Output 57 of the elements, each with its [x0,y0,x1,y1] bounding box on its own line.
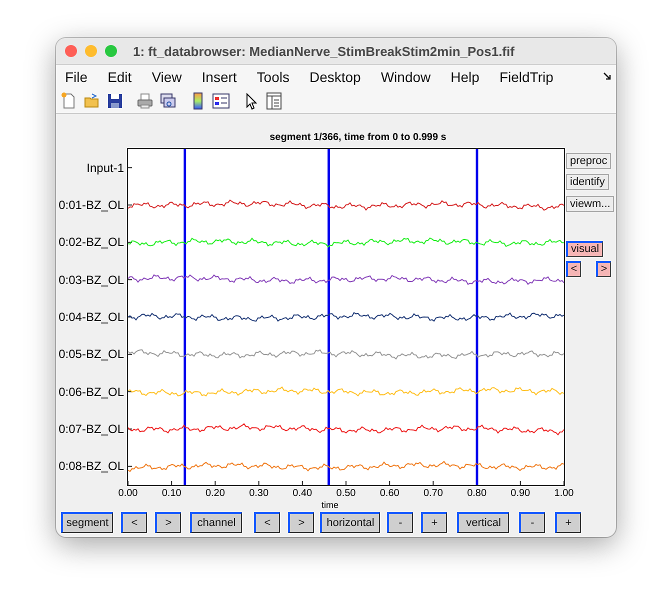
channel-label: Input-1 [86,160,124,175]
property-panel-icon[interactable] [265,92,283,110]
arrow-button[interactable]: < [566,260,581,276]
save-icon[interactable] [106,92,124,110]
arrow-button[interactable]: > [596,260,611,276]
side-button[interactable]: identify [566,174,609,190]
control-button[interactable]: < [121,512,147,533]
control-button[interactable]: < [254,512,280,533]
channel-label: 0:03-BZ_OL [58,272,124,287]
control-button[interactable]: - [519,512,545,533]
axis-tick-label: 0.90 [510,488,530,499]
menu-item[interactable]: View [152,69,182,85]
axis-tick-label: 0.00 [118,488,138,499]
axis-tick-label: 0.60 [380,488,400,499]
menu-item[interactable]: Edit [108,69,132,85]
menu-item[interactable]: Help [450,69,480,85]
side-button[interactable]: preproc [566,153,612,169]
control-button[interactable]: > [288,512,314,533]
axis-tick-label: 0.10 [162,488,182,499]
axis-label: time [321,500,338,510]
channel-label: 0:05-BZ_OL [58,347,124,362]
channel-label: 0:08-BZ_OL [58,459,124,474]
axis-tick-label: 0.70 [423,488,443,499]
control-button[interactable]: > [155,512,181,533]
legend-icon[interactable] [212,92,230,110]
control-button[interactable]: + [555,512,581,533]
control-button[interactable]: + [421,512,447,533]
channel-label: 0:06-BZ_OL [58,384,124,399]
channel-label: 0:07-BZ_OL [58,422,124,436]
channel-label: 0:02-BZ_OL [58,235,124,250]
control-button[interactable]: segment [61,512,113,533]
open-folder-icon[interactable] [83,92,101,110]
axis-tick-label: 0.30 [249,488,269,499]
control-button[interactable]: vertical [457,512,509,533]
printer-icon[interactable] [136,92,154,110]
menu-item[interactable]: File [65,69,88,85]
axis-tick-label: 0.40 [292,488,312,499]
axis-tick-label: 0.20 [205,488,225,499]
menu-item[interactable]: Window [380,69,431,85]
diagonal-arrow-icon[interactable] [603,72,612,81]
channel-label: 0:04-BZ_OL [58,310,124,324]
axis-tick-label: 1.00 [554,488,574,499]
side-button[interactable]: visual [566,240,604,256]
menu-item[interactable]: FieldTrip [499,69,554,85]
menu-item[interactable]: Insert [202,69,237,85]
control-button[interactable]: horizontal [320,512,380,533]
control-button[interactable]: channel [190,512,242,533]
control-button[interactable]: - [387,512,413,533]
menu-item[interactable]: Tools [256,69,290,85]
axis-tick-label: 0.80 [467,488,487,499]
plot-title: segment 1/366, time from 0 to 0.999 s [270,132,446,143]
axis-tick-label: 0.50 [336,488,356,499]
window-title: 1: ft_databrowser: MedianNerve_StimBreakStim2min_Pos1.fif [133,44,514,58]
menu-item[interactable]: Desktop [309,69,361,85]
channel-label: 0:01-BZ_OL [58,198,124,212]
side-button[interactable]: viewm... [566,196,614,212]
linked-windows-icon[interactable] [159,92,177,110]
